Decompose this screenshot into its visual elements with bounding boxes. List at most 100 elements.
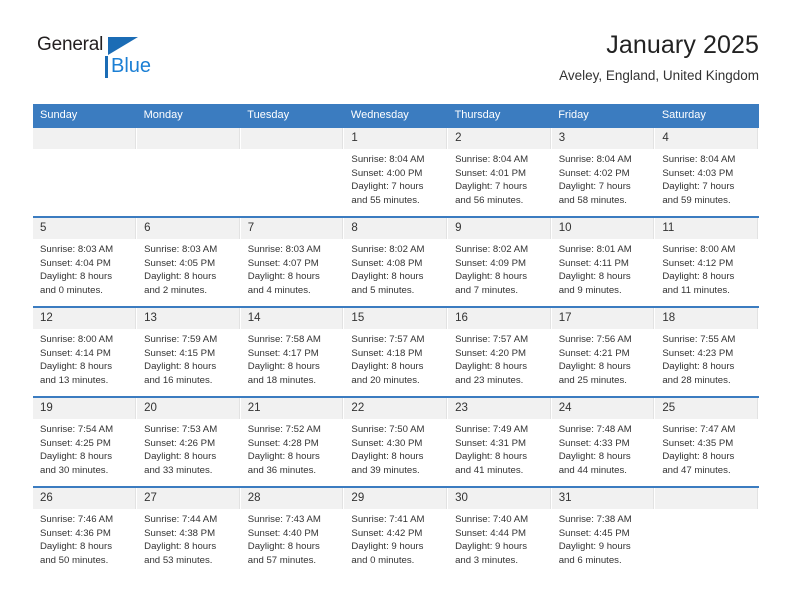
sunset-text: Sunset: 4:05 PM <box>144 257 216 269</box>
page-title: January 2025 <box>606 31 759 59</box>
daylight-text-line1: Daylight: 8 hours <box>662 361 735 373</box>
calendar-day-cell[interactable]: 7 Sunrise: 8:03 AM Sunset: 4:07 PM Daylight… <box>240 216 345 307</box>
sunset-text: Sunset: 4:11 PM <box>558 257 629 269</box>
day-number: 13 <box>137 308 240 329</box>
calendar-day-cell[interactable]: 13 Sunrise: 7:59 AM Sunset: 4:15 PM Dayligh… <box>136 306 241 397</box>
daylight-text-line1: Daylight: 8 hours <box>558 451 631 463</box>
daylight-text-line2: and 28 minutes. <box>662 374 731 386</box>
calendar-day-cell[interactable]: 21 Sunrise: 7:52 AM Sunset: 4:28 PM Dayligh… <box>240 396 345 487</box>
calendar-day-cell[interactable]: 29 Sunrise: 7:41 AM Sunset: 4:42 PM Dayligh… <box>343 486 449 577</box>
sunset-text: Sunset: 4:38 PM <box>144 527 216 539</box>
day-number: 22 <box>344 398 448 419</box>
calendar-day-cell[interactable]: 5 Sunrise: 8:03 AM Sunset: 4:04 PM Daylight… <box>33 216 138 307</box>
day-number: 28 <box>240 488 344 509</box>
calendar-day-cell[interactable]: 2 Sunrise: 8:04 AM Sunset: 4:01 PM Daylight… <box>447 126 552 217</box>
calendar-day-cell[interactable]: 27 Sunrise: 7:44 AM Sunset: 4:38 PM Dayligh… <box>136 486 241 577</box>
calendar-day-cell[interactable]: 22 Sunrise: 7:50 AM Sunset: 4:30 PM Dayligh… <box>343 396 449 487</box>
day-details: Sunrise: 7:53 AM Sunset: 4:26 PM Daylight:… <box>137 419 240 477</box>
day-details: Sunrise: 7:46 AM Sunset: 4:36 PM Daylight:… <box>33 509 136 567</box>
sunrise-text: Sunrise: 7:43 AM <box>247 514 321 525</box>
sunrise-text: Sunrise: 8:00 AM <box>40 334 114 345</box>
weekday-header-tuesday: Tuesday <box>240 104 344 127</box>
daylight-text-line1: Daylight: 8 hours <box>40 361 112 373</box>
day-number: 31 <box>551 488 655 509</box>
daylight-text-line2: and 55 minutes. <box>351 194 420 206</box>
weekday-header-sunday: Sunday <box>33 104 137 127</box>
sunset-text: Sunset: 4:23 PM <box>662 347 734 359</box>
calendar-day-cell[interactable]: 31 Sunrise: 7:38 AM Sunset: 4:45 PM Dayligh… <box>551 486 656 577</box>
calendar-day-cell[interactable]: 14 Sunrise: 7:58 AM Sunset: 4:17 PM Dayligh… <box>240 306 345 397</box>
day-details: Sunrise: 8:04 AM Sunset: 4:03 PM Daylight:… <box>655 149 758 207</box>
daylight-text-line2: and 4 minutes. <box>247 284 311 296</box>
day-details: Sunrise: 8:00 AM Sunset: 4:12 PM Daylight:… <box>655 239 758 297</box>
calendar-day-cell[interactable]: 11 Sunrise: 8:00 AM Sunset: 4:12 PM Dayligh… <box>654 216 759 307</box>
calendar-day-cell-empty <box>654 486 759 577</box>
calendar-day-cell[interactable]: 15 Sunrise: 7:57 AM Sunset: 4:18 PM Dayligh… <box>343 306 449 397</box>
calendar-day-cell[interactable]: 3 Sunrise: 8:04 AM Sunset: 4:02 PM Daylight… <box>551 126 656 217</box>
calendar-day-cell[interactable]: 17 Sunrise: 7:56 AM Sunset: 4:21 PM Dayligh… <box>551 306 656 397</box>
daylight-text-line1: Daylight: 7 hours <box>558 181 631 193</box>
calendar-day-cell[interactable]: 1 Sunrise: 8:04 AM Sunset: 4:00 PM Daylight… <box>343 126 449 217</box>
day-details: Sunrise: 7:38 AM Sunset: 4:45 PM Daylight:… <box>552 509 655 567</box>
calendar-day-cell[interactable]: 16 Sunrise: 7:57 AM Sunset: 4:20 PM Dayligh… <box>447 306 552 397</box>
daylight-text-line1: Daylight: 8 hours <box>351 271 424 283</box>
daylight-text-line1: Daylight: 8 hours <box>662 271 735 283</box>
calendar-day-cell[interactable]: 12 Sunrise: 8:00 AM Sunset: 4:14 PM Dayligh… <box>33 306 138 397</box>
calendar-day-cell[interactable]: 26 Sunrise: 7:46 AM Sunset: 4:36 PM Dayligh… <box>33 486 138 577</box>
sunrise-text: Sunrise: 8:04 AM <box>558 154 632 165</box>
sunrise-text: Sunrise: 8:01 AM <box>558 244 632 255</box>
sunset-text: Sunset: 4:07 PM <box>247 257 319 269</box>
calendar-day-cell[interactable]: 10 Sunrise: 8:01 AM Sunset: 4:11 PM Dayligh… <box>551 216 656 307</box>
sunset-text: Sunset: 4:31 PM <box>455 437 526 449</box>
day-number: 1 <box>344 128 448 149</box>
calendar-day-cell[interactable]: 25 Sunrise: 7:47 AM Sunset: 4:35 PM Dayligh… <box>654 396 759 487</box>
calendar-day-cell[interactable]: 18 Sunrise: 7:55 AM Sunset: 4:23 PM Dayligh… <box>654 306 759 397</box>
calendar-day-cell[interactable]: 28 Sunrise: 7:43 AM Sunset: 4:40 PM Dayligh… <box>240 486 345 577</box>
day-number: 12 <box>33 308 137 329</box>
day-number: 16 <box>448 308 551 329</box>
sunrise-text: Sunrise: 8:04 AM <box>662 154 736 165</box>
day-details: Sunrise: 8:04 AM Sunset: 4:02 PM Daylight:… <box>552 149 655 207</box>
sunset-text: Sunset: 4:17 PM <box>247 347 319 359</box>
logo-vertical-bar <box>105 56 108 78</box>
calendar-day-cell[interactable]: 23 Sunrise: 7:49 AM Sunset: 4:31 PM Dayligh… <box>447 396 552 487</box>
title-block: January 2025 Aveley, England, United Kin… <box>559 28 759 87</box>
weekday-header-monday: Monday <box>136 104 241 127</box>
daylight-text-line1: Daylight: 8 hours <box>351 451 424 463</box>
day-number <box>240 128 344 149</box>
day-number: 3 <box>551 128 655 149</box>
daylight-text-line2: and 25 minutes. <box>558 374 627 386</box>
logo-text-general: General <box>37 34 104 55</box>
calendar-day-cell[interactable]: 30 Sunrise: 7:40 AM Sunset: 4:44 PM Dayligh… <box>447 486 552 577</box>
day-number: 20 <box>137 398 240 419</box>
calendar-day-cell[interactable]: 9 Sunrise: 8:02 AM Sunset: 4:09 PM Daylight… <box>447 216 552 307</box>
daylight-text-line1: Daylight: 9 hours <box>558 541 631 553</box>
daylight-text-line2: and 7 minutes. <box>455 284 518 296</box>
day-details: Sunrise: 8:02 AM Sunset: 4:08 PM Daylight:… <box>344 239 447 297</box>
daylight-text-line1: Daylight: 8 hours <box>247 271 320 283</box>
calendar-day-cell[interactable]: 4 Sunrise: 8:04 AM Sunset: 4:03 PM Daylight… <box>654 126 759 217</box>
calendar-header-row: Sunday Monday Tuesday Wednesday Thursday… <box>33 104 759 127</box>
day-details: Sunrise: 8:00 AM Sunset: 4:14 PM Daylight:… <box>33 329 136 387</box>
day-number: 6 <box>137 218 240 239</box>
calendar-day-cell[interactable]: 20 Sunrise: 7:53 AM Sunset: 4:26 PM Dayligh… <box>136 396 241 487</box>
sunset-text: Sunset: 4:45 PM <box>558 527 630 539</box>
daylight-text-line2: and 59 minutes. <box>662 194 731 206</box>
calendar-day-cell[interactable]: 24 Sunrise: 7:48 AM Sunset: 4:33 PM Dayligh… <box>551 396 656 487</box>
sunset-text: Sunset: 4:25 PM <box>40 437 111 449</box>
daylight-text-line2: and 3 minutes. <box>455 554 518 566</box>
calendar-day-cell[interactable]: 8 Sunrise: 8:02 AM Sunset: 4:08 PM Daylight… <box>343 216 449 307</box>
day-details: Sunrise: 7:48 AM Sunset: 4:33 PM Daylight:… <box>552 419 655 477</box>
daylight-text-line1: Daylight: 8 hours <box>455 361 528 373</box>
day-details: Sunrise: 7:52 AM Sunset: 4:28 PM Daylight:… <box>241 419 344 477</box>
sunset-text: Sunset: 4:03 PM <box>662 167 734 179</box>
daylight-text-line1: Daylight: 9 hours <box>351 541 424 553</box>
daylight-text-line2: and 13 minutes. <box>40 374 109 386</box>
calendar-day-cell-empty <box>240 126 345 217</box>
day-number: 5 <box>33 218 137 239</box>
calendar-week-row: 1 Sunrise: 8:04 AM Sunset: 4:00 PM Daylight… <box>33 126 759 217</box>
generalblue-logo[interactable]: General Blue <box>37 34 157 86</box>
calendar-day-cell[interactable]: 19 Sunrise: 7:54 AM Sunset: 4:25 PM Dayligh… <box>33 396 138 487</box>
calendar-day-cell[interactable]: 6 Sunrise: 8:03 AM Sunset: 4:05 PM Daylight… <box>136 216 241 307</box>
day-number: 15 <box>344 308 448 329</box>
